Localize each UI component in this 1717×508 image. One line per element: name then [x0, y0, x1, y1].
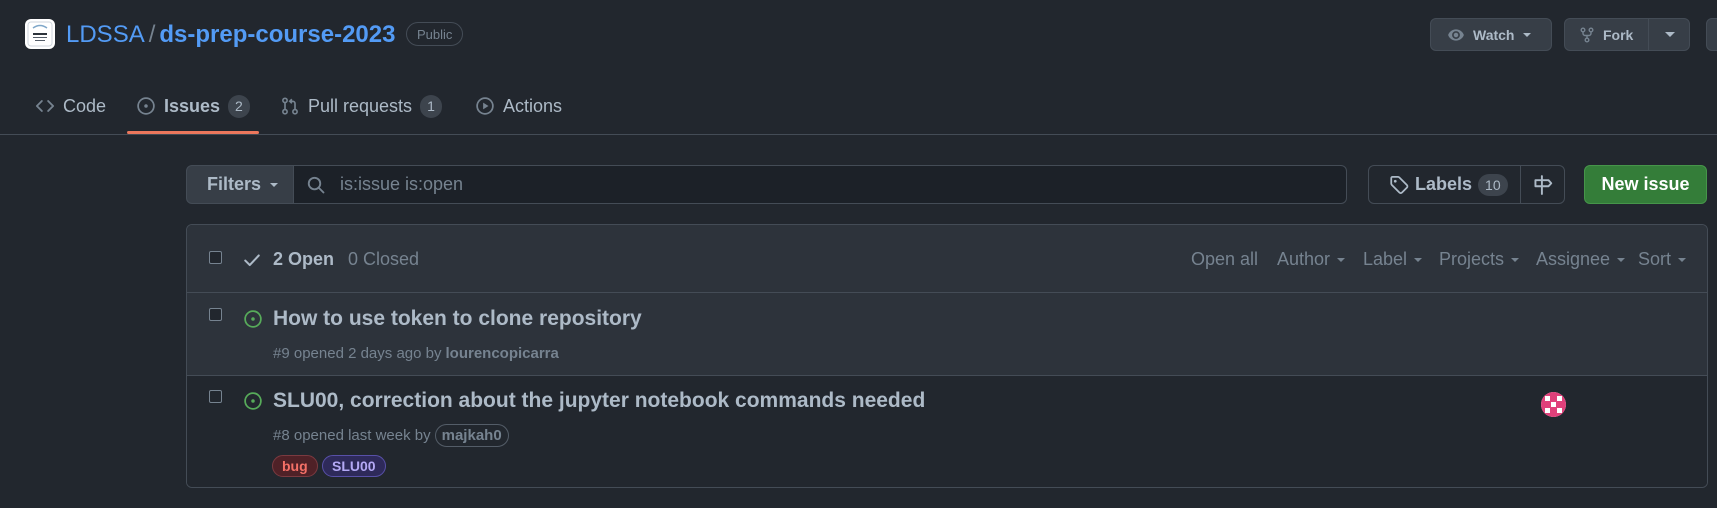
issue-meta: #9 opened 2 days ago by lourencopicarra: [273, 345, 559, 362]
label-filter[interactable]: Label: [1363, 249, 1423, 270]
watch-label: Watch: [1473, 26, 1515, 43]
chevron-down-icon: [1336, 255, 1346, 265]
repo-owner-link[interactable]: LDSSA: [66, 21, 145, 48]
projects-filter[interactable]: Projects: [1439, 249, 1520, 270]
chevron-down-icon: [1616, 255, 1626, 265]
tab-actions[interactable]: Actions: [475, 86, 562, 126]
pull-requests-count-badge: 1: [420, 94, 442, 118]
issue-opened-text: opened last week by: [293, 427, 431, 444]
tab-code[interactable]: Code: [35, 86, 106, 126]
tag-icon: [1389, 175, 1409, 195]
assignee-filter[interactable]: Assignee: [1536, 249, 1626, 270]
visibility-badge: Public: [406, 22, 464, 46]
repo-forked-icon: [1579, 26, 1595, 44]
chevron-down-icon: [1677, 255, 1687, 265]
fork-dropdown-icon[interactable]: [1664, 31, 1676, 39]
chevron-down-icon: [1510, 255, 1520, 265]
issue-checkbox[interactable]: [209, 390, 222, 403]
play-icon: [475, 96, 495, 116]
author-filter-label: Author: [1277, 249, 1331, 269]
issue-author-link[interactable]: majkah0: [434, 424, 509, 447]
milestone-icon: [1532, 174, 1554, 196]
repo-name-link[interactable]: ds-prep-course-2023: [159, 21, 395, 48]
breadcrumb-separator: /: [148, 21, 156, 48]
filters-button[interactable]: Filters: [186, 165, 294, 204]
labels-count-badge: 10: [1478, 173, 1508, 196]
issue-title-link[interactable]: How to use token to clone repository: [273, 307, 642, 331]
select-all-checkbox[interactable]: [209, 251, 222, 264]
issue-opened-icon: [136, 96, 156, 116]
check-icon: [243, 252, 261, 268]
labels-button[interactable]: Labels 10: [1368, 165, 1521, 204]
open-issues-toggle[interactable]: 2 Open: [273, 249, 334, 270]
chevron-down-icon: [1522, 30, 1532, 40]
issue-number: #8: [273, 427, 290, 444]
search-icon: [306, 175, 326, 195]
tab-pull-requests-label: Pull requests: [308, 95, 413, 116]
sort-filter[interactable]: Sort: [1638, 249, 1687, 270]
milestones-button[interactable]: [1520, 165, 1565, 204]
chevron-down-icon: [269, 180, 279, 190]
issue-meta: #8 opened last week by majkah0: [273, 424, 509, 447]
projects-filter-label: Projects: [1439, 249, 1505, 269]
new-issue-button[interactable]: New issue: [1584, 165, 1707, 204]
issues-list: 2 Open 0 Closed Open all Author Label Pr…: [186, 224, 1708, 488]
org-logo[interactable]: [25, 19, 55, 49]
assignee-filter-label: Assignee: [1536, 249, 1611, 269]
tab-actions-label: Actions: [503, 95, 563, 116]
header-divider: [0, 134, 1717, 135]
author-filter[interactable]: Author: [1277, 249, 1346, 270]
search-input[interactable]: [338, 173, 1242, 196]
tab-issues[interactable]: Issues 2: [136, 86, 250, 126]
issues-list-header: 2 Open 0 Closed Open all Author Label Pr…: [187, 225, 1707, 293]
eye-icon: [1447, 26, 1465, 44]
issue-opened-icon: [243, 391, 263, 411]
label-filter-label: Label: [1363, 249, 1408, 269]
star-button[interactable]: [1706, 18, 1717, 51]
issue-author-link[interactable]: lourencopicarra: [445, 345, 558, 362]
code-icon: [35, 96, 55, 116]
open-all-button[interactable]: Open all: [1191, 249, 1258, 270]
git-pull-request-icon: [280, 96, 300, 116]
issue-checkbox[interactable]: [209, 308, 222, 321]
labels-label: Labels: [1415, 174, 1473, 194]
issues-count-badge: 2: [228, 94, 250, 118]
issue-number: #9: [273, 345, 290, 362]
issue-opened-text: opened 2 days ago by: [293, 345, 442, 362]
issue-opened-icon: [243, 309, 263, 329]
repo-breadcrumb: LDSSA / ds-prep-course-2023: [66, 19, 395, 51]
fork-button-divider: [1648, 18, 1649, 51]
tab-code-label: Code: [63, 95, 107, 116]
closed-issues-toggle[interactable]: 0 Closed: [348, 249, 419, 270]
fork-label: Fork: [1603, 26, 1634, 43]
filters-label: Filters: [207, 174, 262, 194]
tab-pull-requests[interactable]: Pull requests 1: [280, 86, 442, 126]
label-slu00[interactable]: SLU00: [322, 455, 386, 477]
assignee-avatar[interactable]: [1541, 392, 1566, 417]
tab-issues-label: Issues: [164, 95, 221, 116]
issue-search[interactable]: [294, 165, 1347, 204]
issue-row: SLU00, correction about the jupyter note…: [187, 376, 1707, 487]
sort-filter-label: Sort: [1638, 249, 1672, 269]
watch-button[interactable]: Watch: [1430, 18, 1552, 51]
issue-row: How to use token to clone repository #9 …: [187, 293, 1707, 376]
label-bug[interactable]: bug: [272, 455, 318, 477]
issue-title-link[interactable]: SLU00, correction about the jupyter note…: [273, 389, 925, 413]
chevron-down-icon: [1413, 255, 1423, 265]
